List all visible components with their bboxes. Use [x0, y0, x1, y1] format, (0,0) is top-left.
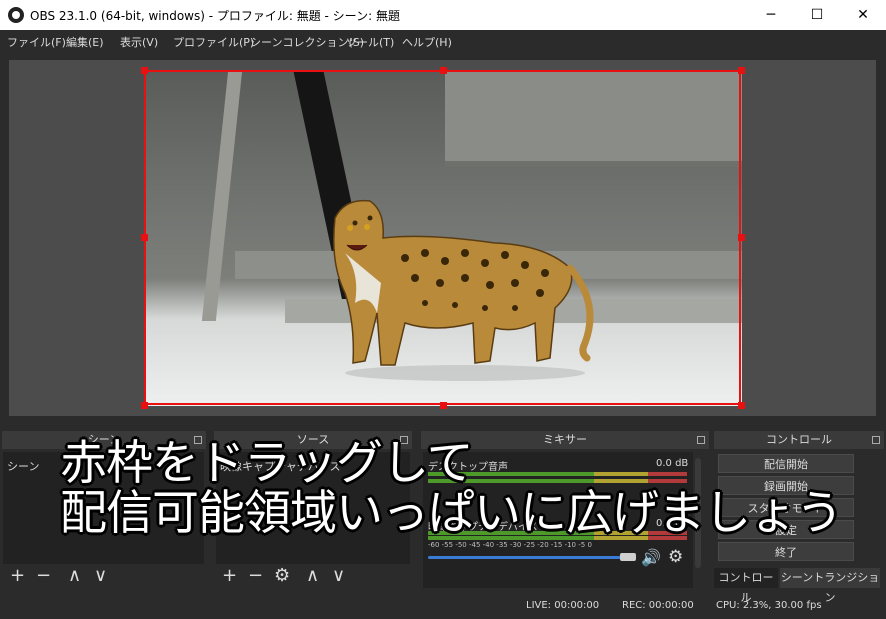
add-scene-button[interactable]: + [10, 567, 25, 585]
source-properties-gear-icon[interactable]: ⚙ [274, 567, 290, 585]
volume-slider-track[interactable] [428, 556, 628, 559]
remove-source-button[interactable]: − [248, 567, 263, 585]
mixer-dock-label: ミキサー [543, 433, 587, 446]
resize-handle-left[interactable] [141, 234, 148, 241]
obs-logo-icon [8, 7, 24, 23]
remove-scene-button[interactable]: − [36, 567, 51, 585]
resize-handle-right[interactable] [738, 234, 745, 241]
scenes-list-header: シーン [7, 460, 40, 473]
controls-dock-label: コントロール [766, 433, 832, 446]
menu-help[interactable]: ヘルプ(H) [402, 34, 452, 50]
speaker-icon[interactable]: 🔊 [641, 549, 661, 567]
undock-icon[interactable] [872, 436, 880, 444]
minimize-button[interactable]: ─ [748, 0, 794, 30]
menu-profile[interactable]: プロファイル(P) [173, 34, 254, 50]
menu-file[interactable]: ファイル(F) [7, 34, 66, 50]
window-title: OBS 23.1.0 (64-bit, windows) - プロファイル: 無… [30, 9, 400, 23]
exit-button[interactable]: 終了 [718, 542, 854, 561]
close-button[interactable]: ✕ [840, 0, 886, 30]
resize-handle-top-left[interactable] [141, 67, 148, 74]
menu-edit[interactable]: 編集(E) [66, 34, 104, 50]
start-streaming-button[interactable]: 配信開始 [718, 454, 854, 473]
maximize-button[interactable]: ☐ [794, 0, 840, 30]
resize-handle-top[interactable] [440, 67, 447, 74]
source-move-up-button[interactable]: ∧ [306, 567, 319, 585]
add-source-button[interactable]: + [222, 567, 237, 585]
status-cpu: CPU: 2.3%, 30.00 fps [716, 600, 822, 611]
source-move-down-button[interactable]: ∨ [332, 567, 345, 585]
mixer-gear-icon[interactable]: ⚙ [668, 548, 683, 566]
mixer-channel-desktop-db: 0.0 dB [656, 458, 689, 469]
resize-handle-bottom-left[interactable] [141, 402, 148, 409]
scene-move-down-button[interactable]: ∨ [94, 567, 107, 585]
menu-tools[interactable]: ツール(T) [346, 34, 394, 50]
title-bar: OBS 23.1.0 (64-bit, windows) - プロファイル: 無… [0, 0, 886, 30]
menu-view[interactable]: 表示(V) [120, 34, 158, 50]
scene-move-up-button[interactable]: ∧ [68, 567, 81, 585]
status-live: LIVE: 00:00:00 [526, 600, 600, 611]
controls-dock-title[interactable]: コントロール [714, 431, 884, 449]
resize-handle-bottom-right[interactable] [738, 402, 745, 409]
resize-handle-top-right[interactable] [738, 67, 745, 74]
source-selection-frame[interactable] [144, 70, 741, 405]
menu-bar: ファイル(F) 編集(E) 表示(V) プロファイル(P) シーンコレクション(… [0, 30, 886, 52]
undock-icon[interactable] [697, 436, 705, 444]
status-rec: REC: 00:00:00 [622, 600, 694, 611]
instruction-caption-line2: 配信可能領域いっぱいに広げましょう [60, 486, 843, 541]
resize-handle-bottom[interactable] [440, 402, 447, 409]
tab-scene-transitions[interactable]: シーントランジション [780, 568, 880, 604]
tab-controls[interactable]: コントロール [714, 568, 778, 604]
volume-slider-thumb[interactable] [620, 553, 636, 561]
